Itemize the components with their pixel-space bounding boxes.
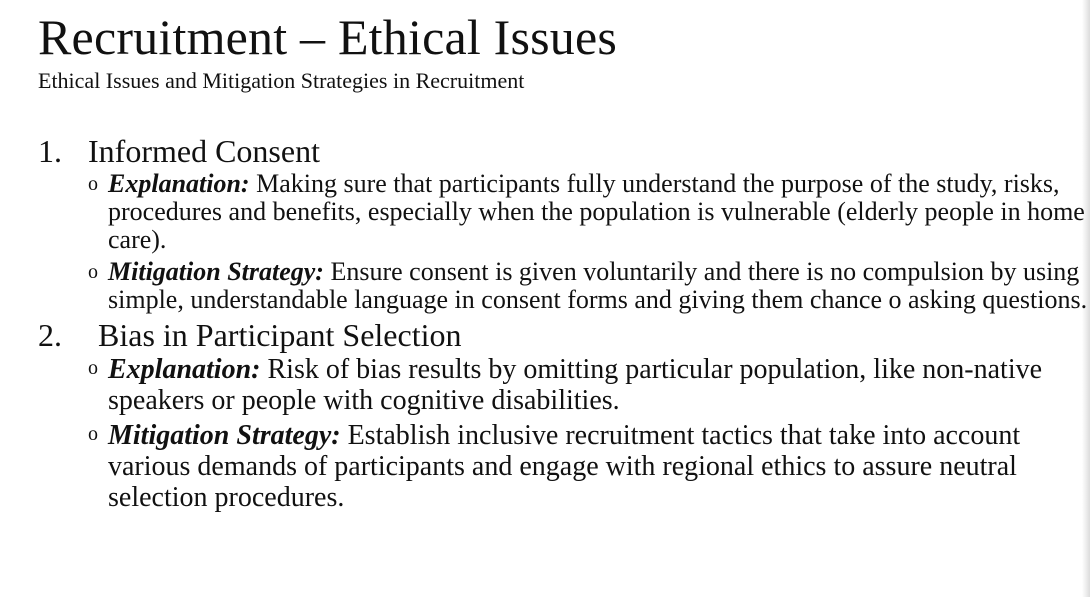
bullet-marker: o bbox=[88, 173, 98, 195]
section-list: 1. Informed Consent o Explanation: Makin… bbox=[38, 134, 1088, 513]
section-informed-consent: 1. Informed Consent o Explanation: Makin… bbox=[38, 134, 1088, 314]
bullet-label: Mitigation Strategy: bbox=[108, 420, 341, 451]
bullet-text: Mitigation Strategy: Establish inclusive… bbox=[108, 420, 1058, 513]
document-page: Recruitment – Ethical Issues Ethical Iss… bbox=[38, 8, 1088, 517]
section-title: Bias in Participant Selection bbox=[98, 317, 462, 353]
bullet-mitigation-strategy: o Mitigation Strategy: Establish inclusi… bbox=[88, 420, 1088, 513]
section-title: Informed Consent bbox=[88, 133, 320, 169]
bullet-content: Making sure that participants fully unde… bbox=[108, 169, 1085, 254]
bullet-label: Explanation: bbox=[108, 169, 250, 198]
section-number: 1. bbox=[38, 133, 62, 169]
bullet-label: Mitigation Strategy: bbox=[108, 257, 324, 286]
bullet-marker: o bbox=[88, 357, 98, 379]
bullet-marker: o bbox=[88, 423, 98, 445]
page-subtitle: Ethical Issues and Mitigation Strategies… bbox=[38, 68, 525, 93]
section-heading: 1. Informed Consent bbox=[38, 134, 1088, 168]
section-heading: 2. Bias in Participant Selection bbox=[38, 318, 1088, 352]
bullet-text: Explanation: Risk of bias results by omi… bbox=[108, 354, 1078, 416]
section-number: 2. bbox=[38, 317, 62, 353]
bullet-explanation: o Explanation: Risk of bias results by o… bbox=[88, 354, 1088, 416]
bullet-label: Explanation: bbox=[108, 354, 261, 385]
bullet-mitigation-strategy: o Mitigation Strategy: Ensure consent is… bbox=[88, 258, 1090, 314]
bullet-explanation: o Explanation: Making sure that particip… bbox=[88, 170, 1090, 254]
section-bias-in-participant-selection: 2. Bias in Participant Selection o Expla… bbox=[38, 318, 1088, 513]
page-title: Recruitment – Ethical Issues bbox=[38, 9, 618, 65]
bullet-marker: o bbox=[88, 261, 98, 283]
bullet-text: Mitigation Strategy: Ensure consent is g… bbox=[108, 258, 1090, 314]
bullet-text: Explanation: Making sure that participan… bbox=[108, 170, 1090, 254]
